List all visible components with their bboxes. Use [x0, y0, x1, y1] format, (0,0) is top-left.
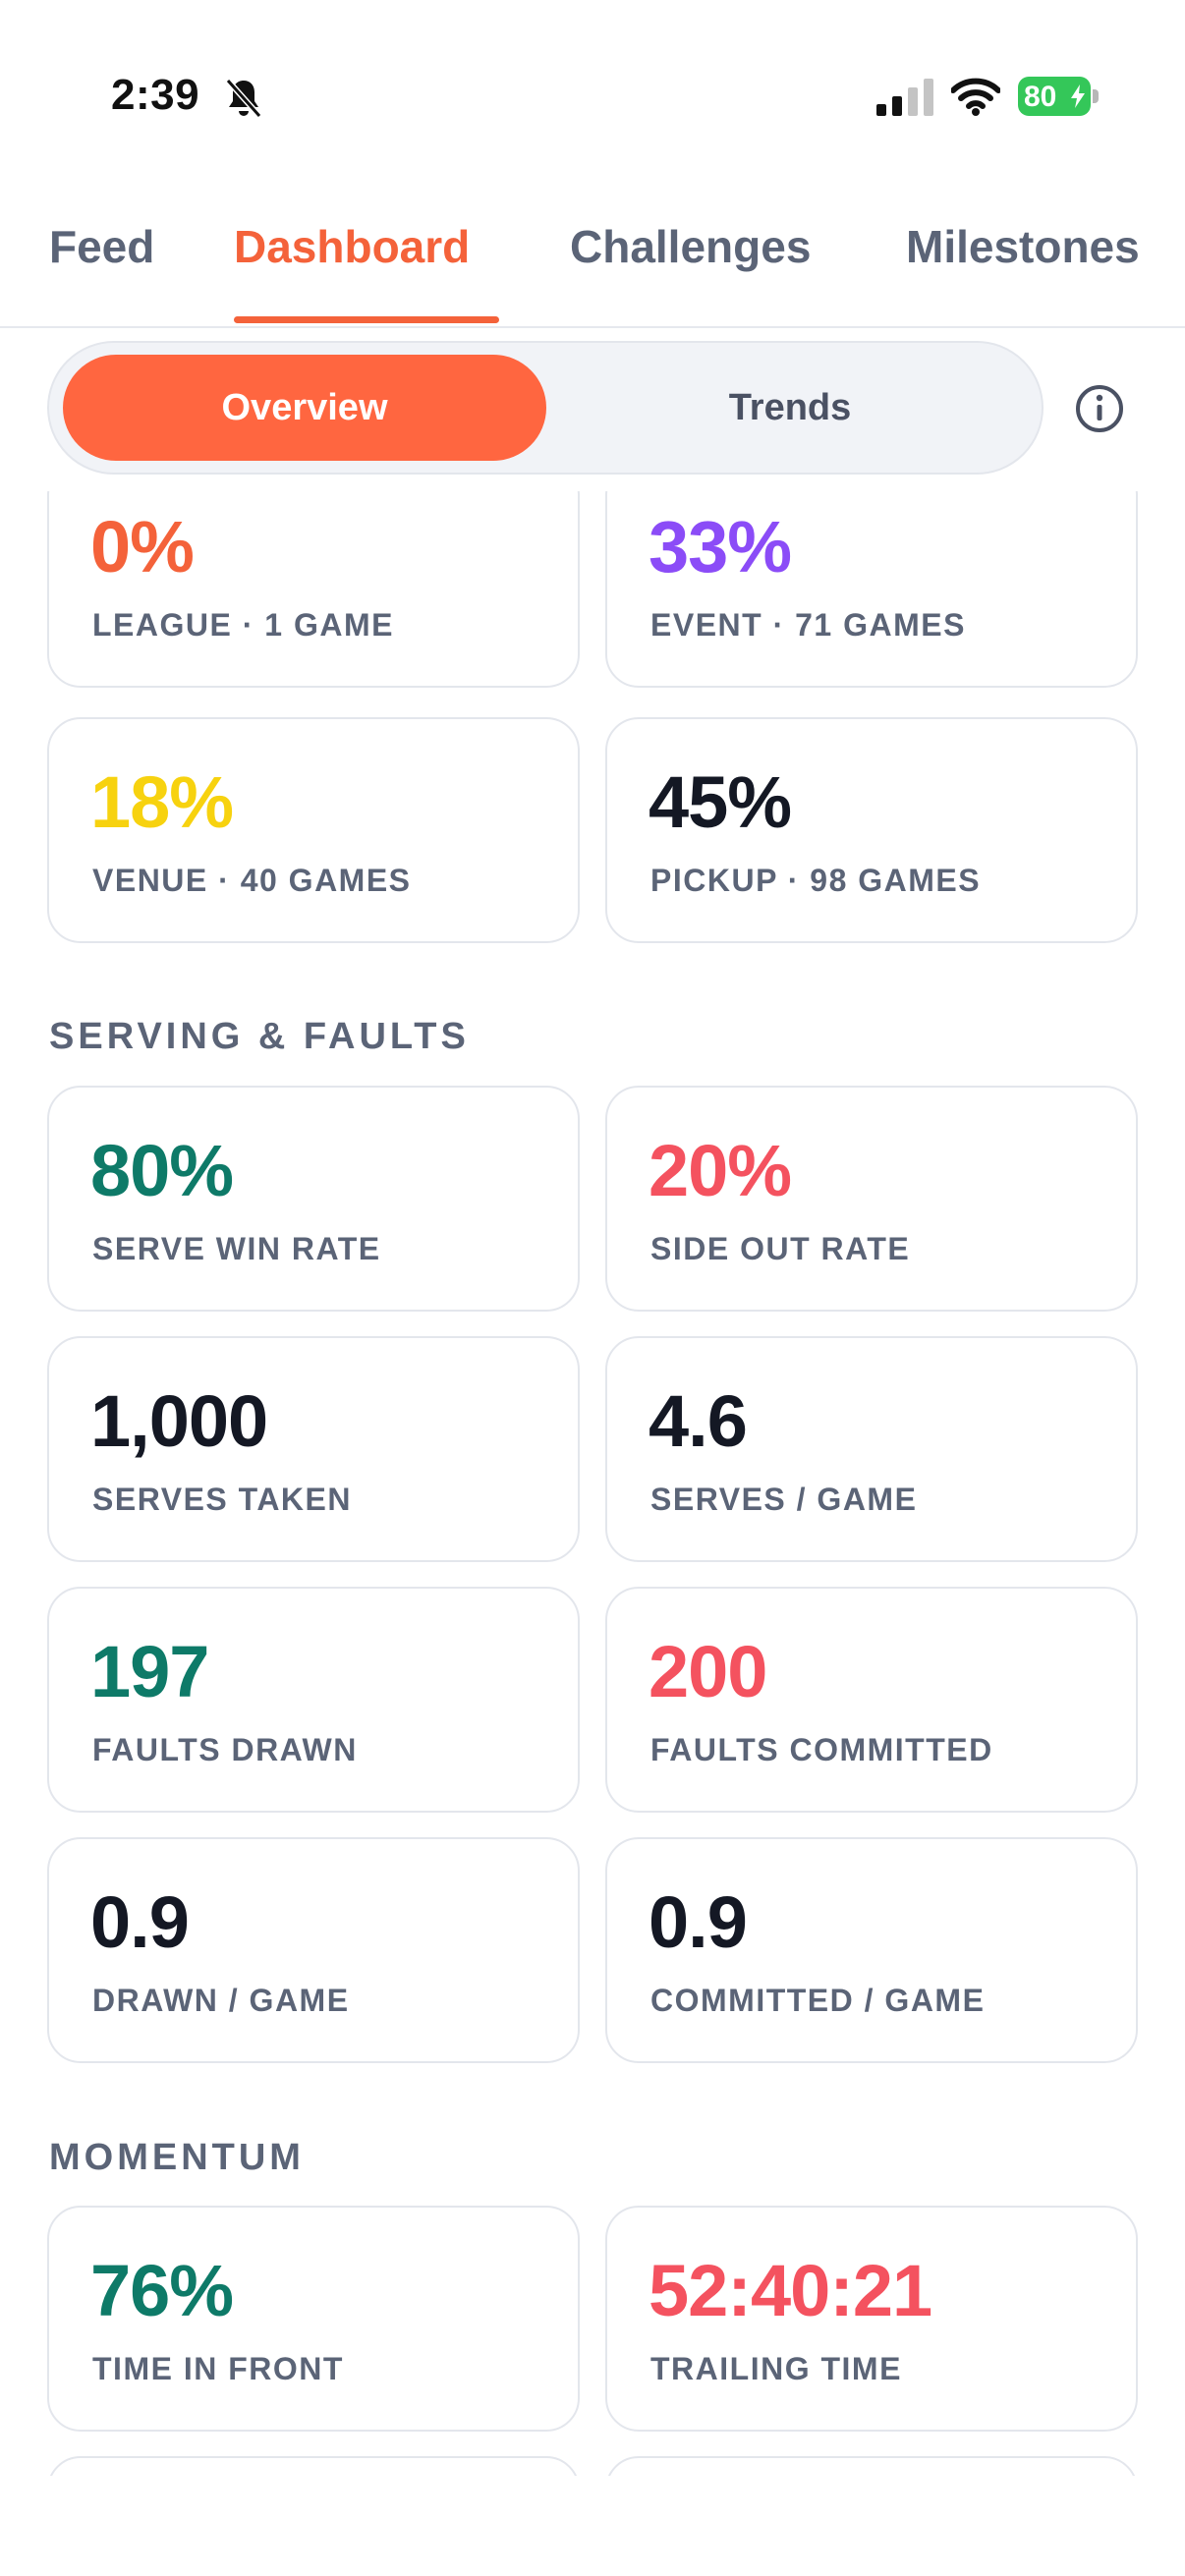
wifi-icon	[951, 78, 1000, 116]
stat-card-drawn-per-game: 0.9 DRAWN / GAME	[47, 1837, 580, 2063]
stats-scroll-area[interactable]: 0% LEAGUE · 1 GAME 33% EVENT · 71 GAMES …	[0, 491, 1185, 2476]
stat-card-time-in-front: 76% TIME IN FRONT	[47, 2206, 580, 2432]
stat-card-next-left	[47, 2456, 580, 2476]
stat-card-serves-taken: 1,000 SERVES TAKEN	[47, 1336, 580, 1562]
stat-value: 0.9	[649, 1881, 748, 1963]
bell-slash-icon	[225, 79, 262, 118]
stat-value: 33%	[649, 506, 792, 588]
stat-card-event: 33% EVENT · 71 GAMES	[605, 491, 1138, 688]
dashboard-screen: 2:39 80 Feed Dashboard Challenges Milest…	[0, 0, 1185, 2576]
battery-charging-icon: 80	[1018, 77, 1099, 116]
stat-value: 0%	[90, 506, 195, 588]
stat-value: 76%	[90, 2250, 234, 2331]
stat-card-side-out-rate: 20% SIDE OUT RATE	[605, 1086, 1138, 1312]
stat-value: 0.9	[90, 1881, 190, 1963]
stat-value: 4.6	[649, 1380, 748, 1462]
battery-body: 80	[1018, 77, 1091, 116]
stat-value: 52:40:21	[649, 2250, 932, 2331]
stat-label: SIDE OUT RATE	[650, 1231, 911, 1266]
stat-card-pickup: 45% PICKUP · 98 GAMES	[605, 717, 1138, 943]
stat-label: TIME IN FRONT	[92, 2351, 344, 2386]
status-bar: 2:39 80	[0, 0, 1185, 187]
stat-value: 45%	[649, 761, 792, 843]
top-tab-bar: Feed Dashboard Challenges Milestones	[0, 196, 1185, 328]
stat-card-committed-per-game: 0.9 COMMITTED / GAME	[605, 1837, 1138, 2063]
stat-card-league: 0% LEAGUE · 1 GAME	[47, 491, 580, 688]
status-time: 2:39	[111, 71, 200, 119]
info-circle-icon[interactable]	[1074, 383, 1125, 434]
tab-feed[interactable]: Feed	[49, 220, 154, 273]
stat-value: 197	[90, 1631, 209, 1712]
stat-card-faults-committed: 200 FAULTS COMMITTED	[605, 1587, 1138, 1813]
stat-value: 80%	[90, 1130, 234, 1211]
stat-label: COMMITTED / GAME	[650, 1983, 986, 2018]
stat-card-serves-per-game: 4.6 SERVES / GAME	[605, 1336, 1138, 1562]
stat-label: TRAILING TIME	[650, 2351, 902, 2386]
stat-label: FAULTS DRAWN	[92, 1732, 358, 1767]
cellular-signal-icon	[876, 79, 933, 116]
stat-value: 18%	[90, 761, 234, 843]
stat-label: SERVE WIN RATE	[92, 1231, 381, 1266]
battery-level: 80	[1024, 81, 1057, 113]
stat-label: VENUE · 40 GAMES	[92, 863, 412, 898]
trends-segment[interactable]: Trends	[548, 355, 1032, 461]
active-tab-indicator	[234, 316, 499, 323]
charging-bolt-icon	[1071, 84, 1085, 108]
stat-label: FAULTS COMMITTED	[650, 1732, 993, 1767]
stat-label: SERVES TAKEN	[92, 1482, 352, 1517]
stat-card-faults-drawn: 197 FAULTS DRAWN	[47, 1587, 580, 1813]
stat-value: 20%	[649, 1130, 792, 1211]
stat-label: SERVES / GAME	[650, 1482, 918, 1517]
stat-card-next-right	[605, 2456, 1138, 2476]
stat-label: EVENT · 71 GAMES	[650, 607, 966, 643]
overview-segment[interactable]: Overview	[63, 355, 546, 461]
section-title-serving: SERVING & FAULTS	[49, 1016, 470, 1057]
tab-challenges[interactable]: Challenges	[570, 220, 811, 273]
stat-value: 200	[649, 1631, 767, 1712]
stat-label: LEAGUE · 1 GAME	[92, 607, 394, 643]
battery-cap	[1093, 89, 1099, 103]
section-title-momentum: MOMENTUM	[49, 2137, 305, 2178]
tab-dashboard[interactable]: Dashboard	[234, 220, 470, 273]
stat-card-trailing-time: 52:40:21 TRAILING TIME	[605, 2206, 1138, 2432]
stat-card-serve-win-rate: 80% SERVE WIN RATE	[47, 1086, 580, 1312]
view-segmented-control: Overview Trends	[47, 341, 1044, 475]
stat-label: PICKUP · 98 GAMES	[650, 863, 982, 898]
stat-card-venue: 18% VENUE · 40 GAMES	[47, 717, 580, 943]
stat-label: DRAWN / GAME	[92, 1983, 350, 2018]
tab-milestones[interactable]: Milestones	[906, 220, 1140, 273]
stat-value: 1,000	[90, 1380, 268, 1462]
